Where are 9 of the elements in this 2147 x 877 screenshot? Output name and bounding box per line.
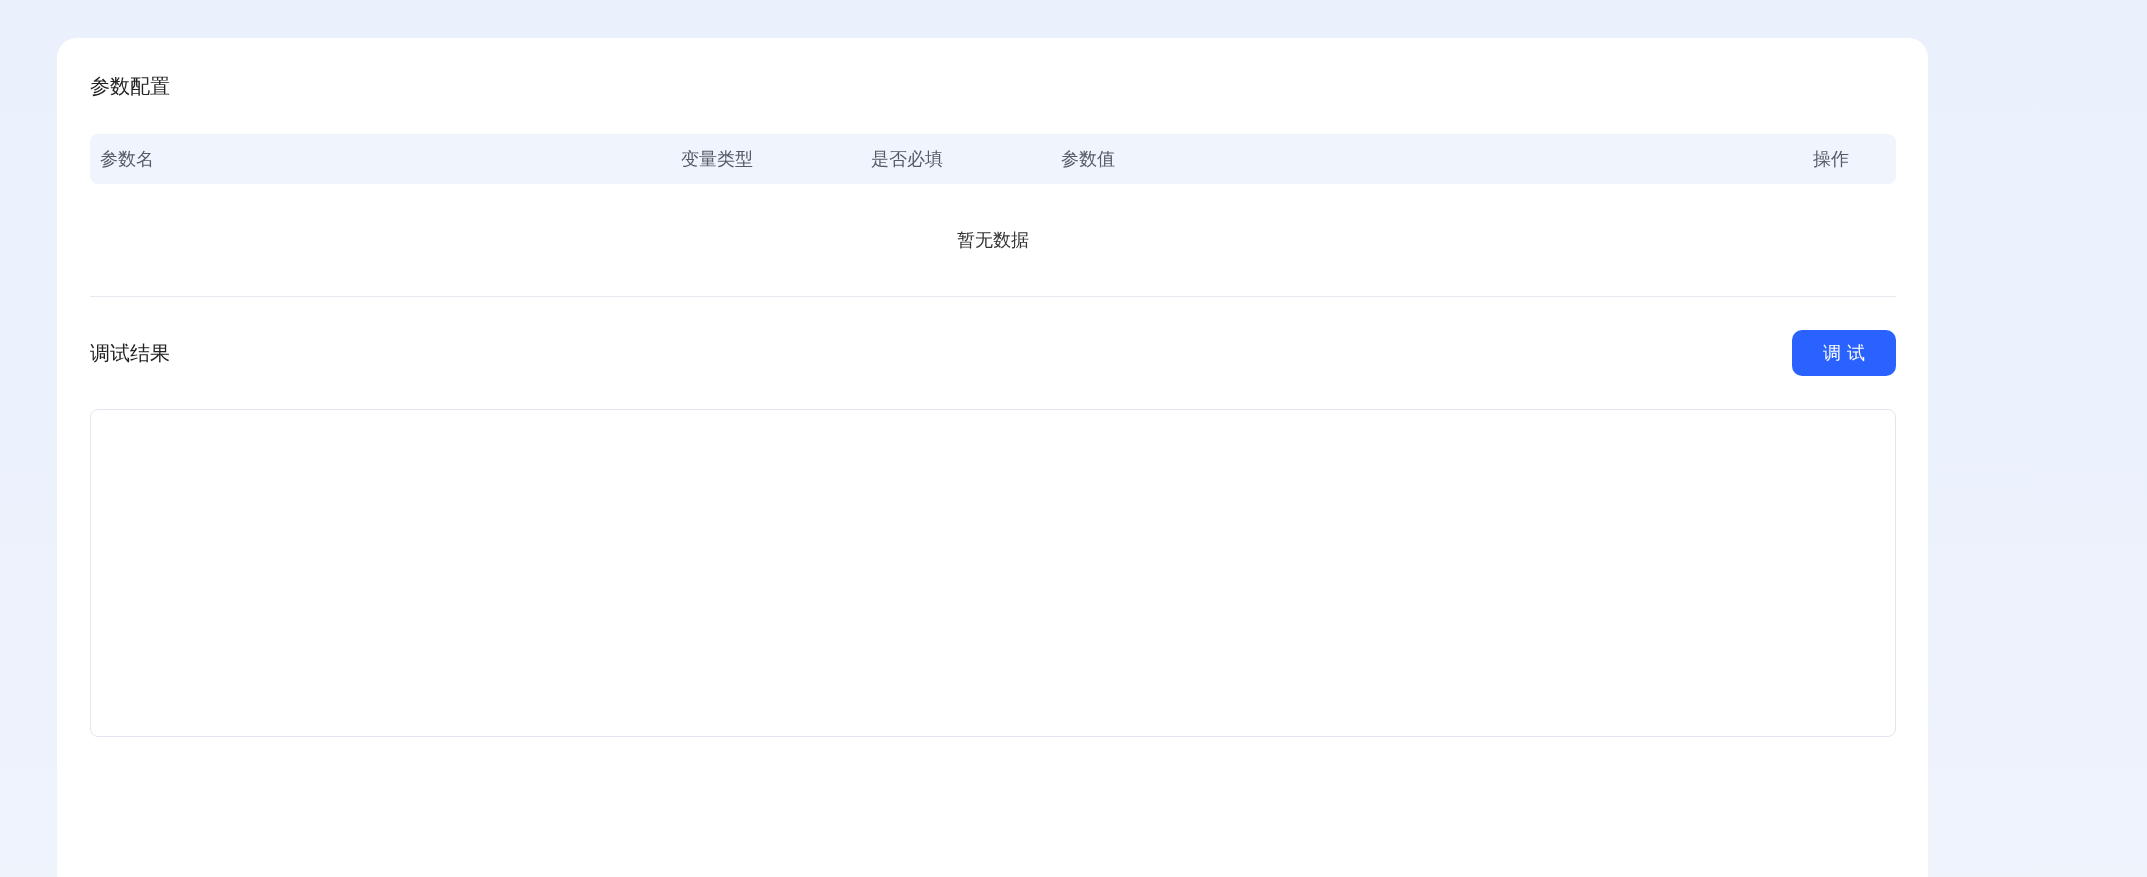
column-header: 参数值 [1060,147,1116,171]
section-title: 参数配置 [90,73,171,100]
debug-button[interactable]: 调 试 [1792,330,1896,376]
empty-message: 暂无数据 [957,228,1029,252]
section-title: 调试结果 [90,340,170,367]
column-header: 参数名 [99,147,155,171]
column-header: 操作 [1812,147,1850,171]
column-header: 是否必填 [870,147,944,171]
column-header: 变量类型 [680,147,754,171]
